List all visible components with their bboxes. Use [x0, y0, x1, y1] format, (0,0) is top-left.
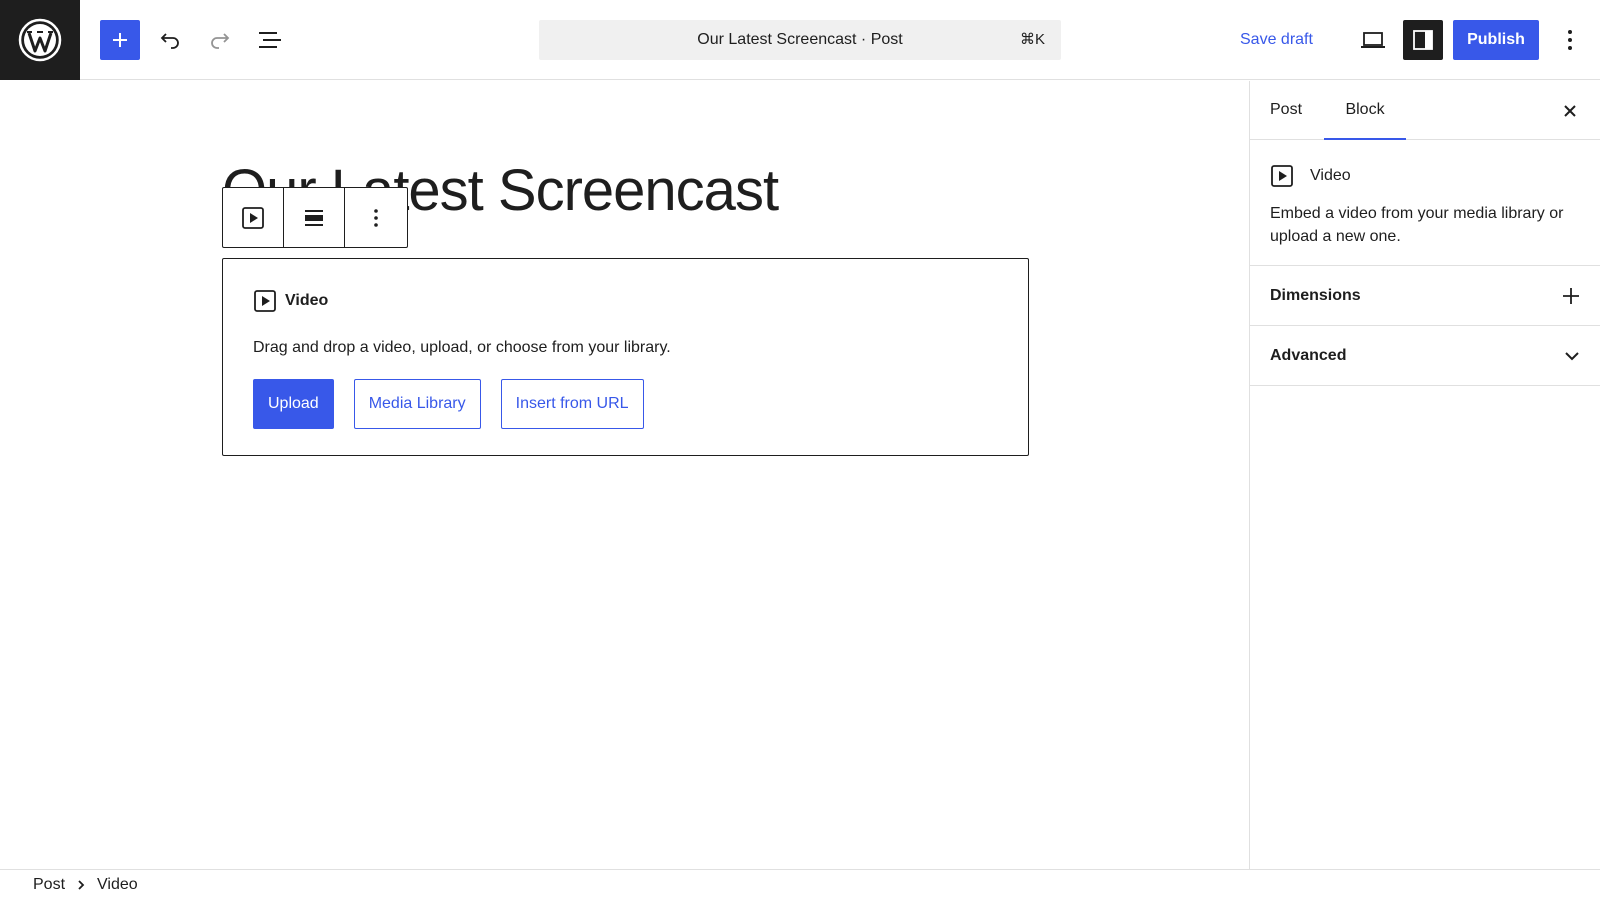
- editor-canvas: Our Latest Screencast Video Drag and dro…: [0, 81, 1249, 869]
- breadcrumb-item-post[interactable]: Post: [33, 876, 65, 894]
- advanced-panel-title: Advanced: [1270, 346, 1347, 364]
- list-view-button[interactable]: [250, 20, 290, 60]
- breadcrumb-item-video[interactable]: Video: [97, 876, 138, 894]
- tab-post[interactable]: Post: [1270, 81, 1302, 140]
- insert-from-url-button[interactable]: Insert from URL: [500, 379, 644, 429]
- more-vertical-icon: [373, 208, 378, 227]
- redo-icon: [211, 33, 230, 49]
- placeholder-instructions: Drag and drop a video, upload, or choose…: [253, 339, 671, 356]
- chevron-down-icon: [1565, 351, 1579, 360]
- undo-button[interactable]: [150, 20, 190, 60]
- placeholder-actions: Upload Media Library Insert from URL: [253, 379, 644, 429]
- wordpress-icon: [18, 18, 62, 62]
- block-inserter-button[interactable]: [100, 20, 140, 60]
- chevron-right-icon: [77, 879, 85, 891]
- placeholder-title: Video: [285, 292, 329, 309]
- save-draft-button[interactable]: Save draft: [1240, 20, 1313, 60]
- sidebar-tabs: Post Block: [1250, 81, 1600, 140]
- video-icon: [242, 206, 264, 229]
- command-palette-bar[interactable]: Our Latest Screencast · Post ⌘K: [539, 20, 1061, 60]
- block-options-button[interactable]: [345, 188, 406, 247]
- options-menu-button[interactable]: [1550, 20, 1590, 60]
- wordpress-logo-button[interactable]: [0, 0, 80, 80]
- sidebar-icon: [1413, 30, 1433, 50]
- plus-icon[interactable]: [1562, 287, 1580, 305]
- undo-icon: [160, 33, 179, 49]
- desktop-preview-icon: [1361, 32, 1385, 48]
- redo-button[interactable]: [200, 20, 240, 60]
- list-view-icon: [259, 32, 281, 48]
- settings-sidebar: Post Block Video Embed a video from your…: [1249, 81, 1600, 869]
- media-library-button[interactable]: Media Library: [353, 379, 481, 429]
- upload-button[interactable]: Upload: [253, 379, 334, 429]
- align-none-icon: [305, 209, 323, 226]
- tab-block[interactable]: Block: [1324, 81, 1406, 140]
- editor-header: Our Latest Screencast · Post ⌘K Save dra…: [0, 0, 1600, 80]
- publish-button[interactable]: Publish: [1453, 20, 1539, 60]
- document-title: Our Latest Screencast · Post: [697, 31, 903, 48]
- block-card: Video Embed a video from your media libr…: [1250, 140, 1600, 266]
- align-button[interactable]: [284, 188, 345, 247]
- block-breadcrumb: Post Video: [0, 869, 1600, 900]
- block-card-title: Video: [1310, 167, 1351, 184]
- close-sidebar-button[interactable]: [1550, 91, 1590, 131]
- video-icon: [254, 290, 276, 312]
- placeholder-label: Video: [253, 289, 328, 313]
- close-icon: [1564, 105, 1576, 117]
- block-card-header: Video: [1270, 164, 1580, 188]
- dimensions-panel-title: Dimensions: [1270, 286, 1361, 304]
- dimensions-panel[interactable]: Dimensions: [1250, 266, 1600, 326]
- block-card-description: Embed a video from your media library or…: [1270, 205, 1564, 245]
- advanced-panel[interactable]: Advanced: [1250, 326, 1600, 386]
- settings-sidebar-toggle[interactable]: [1403, 20, 1443, 60]
- preview-button[interactable]: [1353, 20, 1393, 60]
- video-icon: [1271, 165, 1293, 187]
- more-vertical-icon: [1568, 30, 1572, 50]
- block-type-button[interactable]: [223, 188, 284, 247]
- video-block-placeholder[interactable]: Video Drag and drop a video, upload, or …: [222, 258, 1029, 456]
- block-toolbar: [222, 187, 408, 248]
- plus-icon: [113, 33, 127, 47]
- command-shortcut: ⌘K: [1019, 31, 1045, 48]
